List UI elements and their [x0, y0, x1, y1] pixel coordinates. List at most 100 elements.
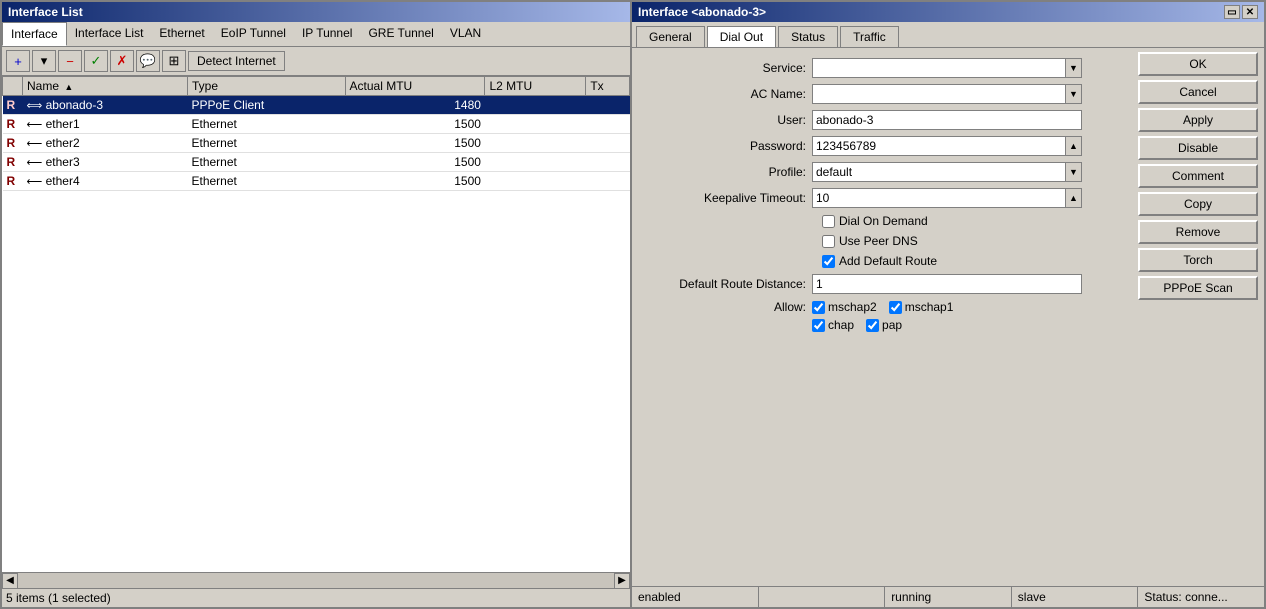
- password-row: Password: ▲: [642, 136, 1124, 156]
- add-dropdown-button[interactable]: ▾: [32, 50, 56, 72]
- enable-button[interactable]: ✓: [84, 50, 108, 72]
- row-actual-mtu: 1500: [345, 172, 485, 191]
- use-peer-dns-checkbox[interactable]: [822, 235, 835, 248]
- items-count: 5 items (1 selected): [6, 591, 111, 605]
- mschap1-label: mschap1: [905, 300, 954, 314]
- cancel-button[interactable]: Cancel: [1138, 80, 1258, 104]
- password-input[interactable]: [812, 136, 1066, 156]
- dial-on-demand-checkbox[interactable]: [822, 215, 835, 228]
- scroll-left-button[interactable]: ◀: [2, 573, 18, 589]
- col-name[interactable]: Name ▲: [23, 77, 188, 96]
- mschap2-label: mschap2: [828, 300, 877, 314]
- table-row[interactable]: R ⟵ ether2 Ethernet 1500: [3, 134, 630, 153]
- menu-ip-tunnel[interactable]: IP Tunnel: [294, 22, 360, 46]
- toolbar: + ▾ − ✓ ✗ 💬 ⊞ Detect Internet: [2, 47, 630, 76]
- window-controls: ▭ ✕: [1224, 5, 1258, 19]
- torch-button[interactable]: Torch: [1138, 248, 1258, 272]
- restore-button[interactable]: ▭: [1224, 5, 1240, 19]
- remove-toolbar-button[interactable]: −: [58, 50, 82, 72]
- menu-interface-list[interactable]: Interface List: [67, 22, 152, 46]
- interface-table: Name ▲ Type Actual MTU L2 MTU Tx R ⟺ abo…: [2, 76, 630, 191]
- password-input-group: ▲: [812, 136, 1082, 156]
- row-name: ⟵ ether4: [23, 172, 188, 191]
- scroll-right-button[interactable]: ▶: [614, 573, 630, 589]
- add-button[interactable]: +: [6, 50, 30, 72]
- pap-checkbox[interactable]: [866, 319, 879, 332]
- service-input-group: ▼: [812, 58, 1082, 78]
- ac-name-dropdown-button[interactable]: ▼: [1066, 84, 1082, 104]
- service-dropdown-button[interactable]: ▼: [1066, 58, 1082, 78]
- form-area: Service: ▼ AC Name: ▼ User:: [632, 48, 1134, 586]
- copy-button[interactable]: Copy: [1138, 192, 1258, 216]
- row-status: R: [3, 115, 23, 134]
- disable-button[interactable]: ✗: [110, 50, 134, 72]
- remove-button[interactable]: Remove: [1138, 220, 1258, 244]
- keepalive-up-button[interactable]: ▲: [1066, 188, 1082, 208]
- menu-vlan[interactable]: VLAN: [442, 22, 489, 46]
- right-panel-title: Interface <abonado-3> ▭ ✕: [632, 2, 1264, 22]
- row-l2-mtu: [485, 96, 586, 115]
- col-status[interactable]: [3, 77, 23, 96]
- mschap1-checkbox[interactable]: [889, 301, 902, 314]
- password-label: Password:: [642, 139, 812, 153]
- menu-interface[interactable]: Interface: [2, 22, 67, 46]
- tab-traffic[interactable]: Traffic: [840, 26, 899, 47]
- detect-internet-button[interactable]: Detect Internet: [188, 51, 285, 71]
- default-route-distance-label: Default Route Distance:: [642, 277, 812, 291]
- horizontal-scrollbar[interactable]: ◀ ▶: [2, 572, 630, 588]
- service-row: Service: ▼: [642, 58, 1124, 78]
- side-buttons: OK Cancel Apply Disable Comment Copy Rem…: [1134, 48, 1264, 586]
- default-route-distance-input[interactable]: [812, 274, 1082, 294]
- row-status: R: [3, 96, 23, 115]
- chap-checkbox[interactable]: [812, 319, 825, 332]
- allow-pap: pap: [866, 318, 902, 332]
- row-actual-mtu: 1480: [345, 96, 485, 115]
- close-button[interactable]: ✕: [1242, 5, 1258, 19]
- keepalive-input[interactable]: [812, 188, 1066, 208]
- disable-button[interactable]: Disable: [1138, 136, 1258, 160]
- allow-options-row2: chap pap: [812, 318, 902, 332]
- filter-button[interactable]: ⊞: [162, 50, 186, 72]
- row-l2-mtu: [485, 172, 586, 191]
- service-input[interactable]: [812, 58, 1066, 78]
- menu-ethernet[interactable]: Ethernet: [151, 22, 212, 46]
- profile-dropdown-button[interactable]: ▼: [1066, 162, 1082, 182]
- col-l2-mtu[interactable]: L2 MTU: [485, 77, 586, 96]
- scroll-track[interactable]: [18, 573, 614, 589]
- row-type: Ethernet: [187, 115, 345, 134]
- add-default-route-checkbox[interactable]: [822, 255, 835, 268]
- col-type[interactable]: Type: [187, 77, 345, 96]
- ac-name-input-group: ▼: [812, 84, 1082, 104]
- pppoe-scan-button[interactable]: PPPoE Scan: [1138, 276, 1258, 300]
- profile-input-group: ▼: [812, 162, 1082, 182]
- mschap2-checkbox[interactable]: [812, 301, 825, 314]
- password-show-button[interactable]: ▲: [1066, 136, 1082, 156]
- row-l2-mtu: [485, 115, 586, 134]
- status-connection: Status: conne...: [1138, 587, 1264, 607]
- row-tx: [586, 172, 630, 191]
- row-actual-mtu: 1500: [345, 115, 485, 134]
- menu-eoip-tunnel[interactable]: EoIP Tunnel: [213, 22, 294, 46]
- user-input[interactable]: [812, 110, 1082, 130]
- table-row[interactable]: R ⟵ ether1 Ethernet 1500: [3, 115, 630, 134]
- profile-row: Profile: ▼: [642, 162, 1124, 182]
- tab-status[interactable]: Status: [778, 26, 838, 47]
- ok-button[interactable]: OK: [1138, 52, 1258, 76]
- status-running: running: [885, 587, 1012, 607]
- table-row[interactable]: R ⟵ ether4 Ethernet 1500: [3, 172, 630, 191]
- keepalive-input-group: ▲: [812, 188, 1082, 208]
- menu-gre-tunnel[interactable]: GRE Tunnel: [360, 22, 441, 46]
- pap-label: pap: [882, 318, 902, 332]
- row-type: Ethernet: [187, 134, 345, 153]
- tab-dial-out[interactable]: Dial Out: [707, 26, 776, 47]
- col-tx[interactable]: Tx: [586, 77, 630, 96]
- tab-general[interactable]: General: [636, 26, 705, 47]
- table-row[interactable]: R ⟵ ether3 Ethernet 1500: [3, 153, 630, 172]
- table-row[interactable]: R ⟺ abonado-3 PPPoE Client 1480: [3, 96, 630, 115]
- apply-button[interactable]: Apply: [1138, 108, 1258, 132]
- col-actual-mtu[interactable]: Actual MTU: [345, 77, 485, 96]
- comment-button[interactable]: Comment: [1138, 164, 1258, 188]
- comment-toolbar-button[interactable]: 💬: [136, 50, 160, 72]
- profile-input[interactable]: [812, 162, 1066, 182]
- ac-name-input[interactable]: [812, 84, 1066, 104]
